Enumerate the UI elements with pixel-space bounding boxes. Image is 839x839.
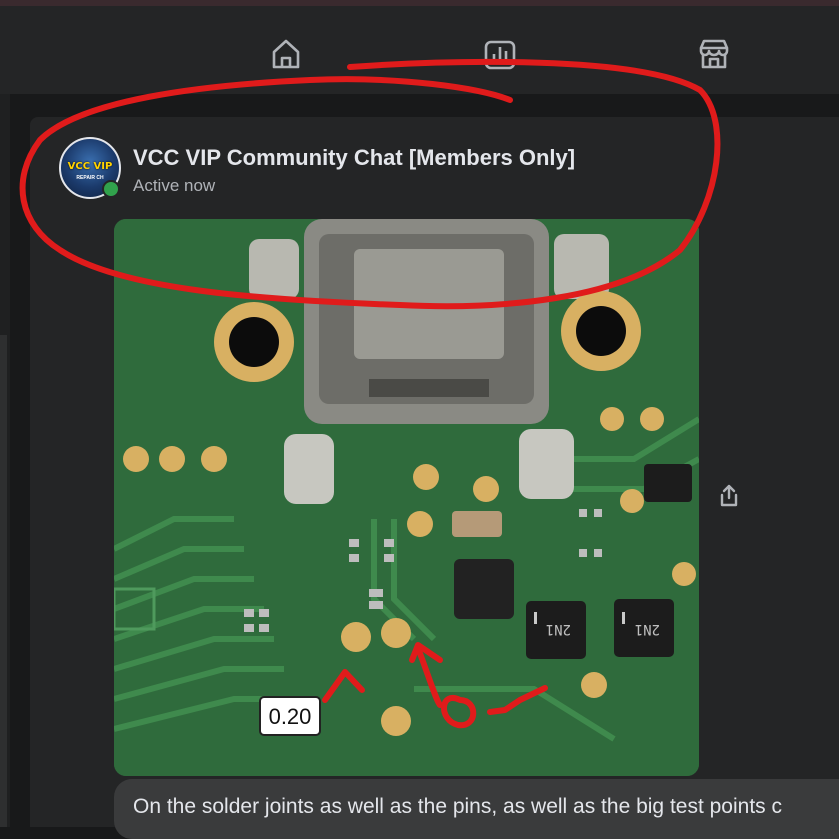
top-navigation-bar <box>0 0 839 94</box>
active-status-text: Active now <box>133 176 216 195</box>
post-caption: On the solder joints as well as the pins… <box>133 795 783 818</box>
measurement-label: 0.20 <box>269 704 312 729</box>
share-icon[interactable] <box>716 483 742 509</box>
left-scroll-panel[interactable] <box>0 335 7 827</box>
svg-text:2N1: 2N1 <box>635 621 660 637</box>
pcb-photo-drawing: 2N1 2N1 0.20 <box>114 219 699 776</box>
avatar-logo-text: VCC VIP <box>67 161 113 172</box>
chart-icon[interactable] <box>480 34 520 74</box>
home-icon[interactable] <box>266 34 306 74</box>
post-photo[interactable]: 2N1 2N1 0.20 <box>114 219 699 776</box>
active-status-dot <box>102 180 120 198</box>
group-name-link[interactable]: VCC VIP Community Chat [Members Only] <box>133 145 575 171</box>
svg-text:2N1: 2N1 <box>546 621 571 637</box>
store-icon[interactable] <box>694 34 734 74</box>
